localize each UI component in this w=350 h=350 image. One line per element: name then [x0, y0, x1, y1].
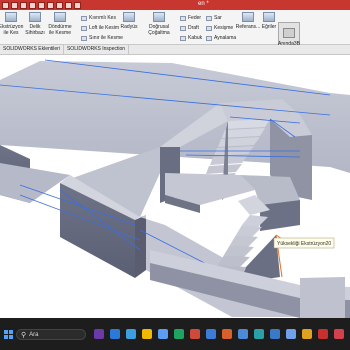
linear-pattern-icon — [153, 12, 165, 22]
windows-taskbar: ⚲ Ara — [0, 318, 350, 350]
widgets-icon[interactable] — [94, 329, 104, 339]
hole-wizard-button[interactable]: Delik Sihirbazı — [24, 12, 46, 36]
taskbar-search-box[interactable]: ⚲ Ara — [16, 329, 86, 340]
model-view: Yüksekliği Ekstrüzyon20 — [0, 59, 350, 318]
swept-cut-label: Kıvrımlı Kes — [89, 15, 116, 21]
revolved-cut-button[interactable]: Döndürme ile Kesme — [48, 12, 72, 36]
reference-geometry-icon — [242, 12, 254, 22]
app-icon-9[interactable] — [302, 329, 312, 339]
lofted-cut-label: Loft ile Kesim — [89, 25, 120, 31]
boundary-cut-icon — [81, 35, 87, 41]
title-bar: en * — [0, 0, 350, 10]
rib-icon — [180, 15, 186, 21]
mirror-icon — [206, 35, 212, 41]
shell-label: Kabuk — [188, 35, 203, 41]
open-file-icon[interactable] — [20, 1, 27, 9]
search-icon: ⚲ — [21, 331, 27, 339]
select-icon[interactable] — [56, 1, 63, 9]
curves-button[interactable]: Eğriler — [261, 12, 277, 30]
boundary-cut-button[interactable]: Sınır ile Kesme — [81, 35, 123, 41]
extruded-cut-button[interactable]: Ekstrüzyon ile Kes — [0, 12, 24, 36]
linear-pattern-button[interactable]: Doğrusal Çoğaltma — [139, 12, 179, 36]
intersect-label: Kesişme — [214, 25, 234, 31]
quick-access-toolbar — [0, 0, 81, 10]
left-slab-top — [0, 163, 70, 203]
swept-cut-button[interactable]: Kıvrımlı Kes — [81, 15, 116, 21]
fillet-label: Radyüs — [120, 24, 138, 30]
mirror-label: Aynalama — [214, 35, 237, 41]
solidworks-menu-icon[interactable] — [2, 1, 9, 9]
linear-pattern-label: Doğrusal Çoğaltma — [148, 24, 170, 36]
solidworks-taskbar-icon[interactable] — [318, 329, 328, 339]
front-wall-side — [135, 215, 146, 278]
draft-button[interactable]: Draft — [180, 25, 199, 31]
print-icon[interactable] — [38, 1, 45, 9]
curves-icon — [263, 12, 275, 22]
rib-button[interactable]: Feder — [180, 15, 201, 21]
tab-solidworks-add-ins[interactable]: SOLIDWORKS Eklentileri — [0, 45, 64, 54]
wrap-label: Sar — [214, 15, 222, 21]
save-icon[interactable] — [29, 1, 36, 9]
intersect-icon — [206, 25, 212, 31]
app-icon-5[interactable] — [238, 329, 248, 339]
reference-geometry-label: Referans... — [235, 24, 261, 30]
options-icon[interactable] — [74, 1, 81, 9]
windows-start-icon[interactable] — [4, 330, 13, 339]
graphics-area[interactable]: Yüksekliği Ekstrüzyon20 — [0, 55, 350, 318]
revolved-cut-label: Döndürme ile Kesme — [48, 24, 72, 36]
curves-label: Eğriler — [261, 24, 277, 30]
new-file-icon[interactable] — [11, 1, 18, 9]
app-icon-1[interactable] — [174, 329, 184, 339]
fillet-icon — [123, 12, 135, 22]
intersect-button[interactable]: Kesişme — [206, 25, 233, 31]
rebuild-icon[interactable] — [65, 1, 72, 9]
boundary-cut-label: Sınır ile Kesme — [89, 35, 123, 41]
file-explorer-icon[interactable] — [142, 329, 152, 339]
draft-label: Draft — [188, 25, 199, 31]
extruded-cut-icon — [5, 12, 17, 22]
app-icon-7[interactable] — [270, 329, 280, 339]
app-icon-6[interactable] — [254, 329, 264, 339]
draft-icon — [180, 25, 186, 31]
shell-button[interactable]: Kabuk — [180, 35, 202, 41]
hole-wizard-icon — [29, 12, 41, 22]
hole-wizard-label: Delik Sihirbazı — [25, 24, 45, 36]
bottom-right-corner — [300, 277, 345, 318]
shell-icon — [180, 35, 186, 41]
rib-label: Feder — [188, 15, 202, 21]
document-title: en * — [198, 1, 209, 7]
wrap-button[interactable]: Sar — [206, 15, 222, 21]
store-icon[interactable] — [158, 329, 168, 339]
app-icon-3[interactable] — [206, 329, 216, 339]
landing-right-face — [260, 200, 300, 231]
command-tabs: SOLIDWORKS Eklentileri SOLIDWORKS Inspec… — [0, 45, 350, 55]
app-icon-10[interactable] — [334, 329, 344, 339]
instant3d-icon — [283, 28, 295, 38]
undo-icon[interactable] — [47, 1, 54, 9]
task-view-icon[interactable] — [110, 329, 120, 339]
app-icon-8[interactable] — [286, 329, 296, 339]
app-icon-2[interactable] — [190, 329, 200, 339]
revolved-cut-icon — [54, 12, 66, 22]
mirror-button[interactable]: Aynalama — [206, 35, 236, 41]
reference-geometry-button[interactable]: Referans... — [236, 12, 260, 30]
command-manager: Ekstrüzyon ile Kes Delik Sihirbazı Döndü… — [0, 10, 350, 50]
lofted-cut-icon — [81, 25, 87, 31]
tab-solidworks-inspection[interactable]: SOLIDWORKS Inspection — [64, 45, 130, 54]
lofted-cut-button[interactable]: Loft ile Kesim — [81, 25, 119, 31]
wrap-icon — [206, 15, 212, 21]
search-placeholder: Ara — [29, 331, 39, 338]
app-icon-4[interactable] — [222, 329, 232, 339]
fillet-button[interactable]: Radyüs — [120, 12, 138, 30]
feature-tooltip-text: Yüksekliği Ekstrüzyon20 — [277, 241, 331, 247]
edge-browser-icon[interactable] — [126, 329, 136, 339]
extruded-cut-label: Ekstrüzyon ile Kes — [0, 24, 24, 36]
swept-cut-icon — [81, 15, 87, 21]
